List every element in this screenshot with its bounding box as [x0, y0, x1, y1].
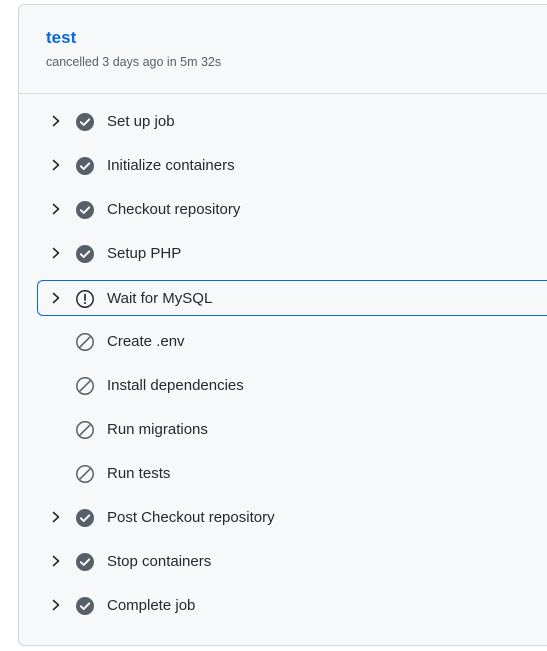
step-run-migrations: Run migrations	[19, 408, 547, 452]
step-install-dependencies: Install dependencies	[19, 364, 547, 408]
steps-list: Set up job Initialize containers Checkou…	[19, 100, 547, 628]
chevron-right-icon[interactable]	[50, 554, 62, 568]
check-circle-icon	[75, 508, 95, 528]
chevron-right-icon[interactable]	[50, 598, 62, 612]
skip-circle-icon	[75, 420, 95, 440]
step-initialize-containers[interactable]: Initialize containers	[19, 144, 547, 188]
skip-circle-icon	[75, 464, 95, 484]
step-setup-php[interactable]: Setup PHP	[19, 232, 547, 276]
step-set-up-job[interactable]: Set up job	[19, 100, 547, 144]
chevron-right-icon[interactable]	[50, 291, 62, 305]
chevron-right-icon[interactable]	[50, 202, 62, 216]
alert-circle-icon	[75, 289, 95, 309]
step-checkout-repository[interactable]: Checkout repository	[19, 188, 547, 232]
step-label: Stop containers	[107, 553, 212, 570]
check-circle-icon	[75, 596, 95, 616]
check-circle-icon	[75, 112, 95, 132]
chevron-right-icon[interactable]	[50, 510, 62, 524]
step-label: Initialize containers	[107, 157, 235, 174]
check-circle-icon	[75, 244, 95, 264]
step-label: Post Checkout repository	[107, 509, 275, 526]
job-title-link[interactable]: test	[46, 28, 76, 48]
step-create-env: Create .env	[19, 320, 547, 364]
step-post-checkout-repository[interactable]: Post Checkout repository	[19, 496, 547, 540]
chevron-right-icon[interactable]	[50, 158, 62, 172]
job-status-meta: cancelled 3 days ago in 5m 32s	[46, 55, 222, 69]
step-label: Setup PHP	[107, 245, 182, 262]
step-label: Install dependencies	[107, 377, 244, 394]
chevron-right-icon[interactable]	[50, 246, 62, 260]
check-circle-icon	[75, 552, 95, 572]
step-label: Run tests	[107, 465, 171, 482]
job-header: test cancelled 3 days ago in 5m 32s	[19, 5, 547, 94]
step-stop-containers[interactable]: Stop containers	[19, 540, 547, 584]
step-complete-job[interactable]: Complete job	[19, 584, 547, 628]
step-wait-for-mysql[interactable]: Wait for MySQL	[37, 280, 547, 316]
check-circle-icon	[75, 200, 95, 220]
chevron-right-icon[interactable]	[50, 114, 62, 128]
skip-circle-icon	[75, 376, 95, 396]
step-run-tests: Run tests	[19, 452, 547, 496]
step-label: Create .env	[107, 333, 185, 350]
skip-circle-icon	[75, 332, 95, 352]
step-label: Run migrations	[107, 421, 208, 438]
job-panel: test cancelled 3 days ago in 5m 32s Set …	[18, 4, 547, 646]
step-label: Complete job	[107, 597, 196, 614]
step-label: Checkout repository	[107, 201, 241, 218]
step-label: Wait for MySQL	[107, 290, 213, 307]
check-circle-icon	[75, 156, 95, 176]
step-label: Set up job	[107, 113, 175, 130]
